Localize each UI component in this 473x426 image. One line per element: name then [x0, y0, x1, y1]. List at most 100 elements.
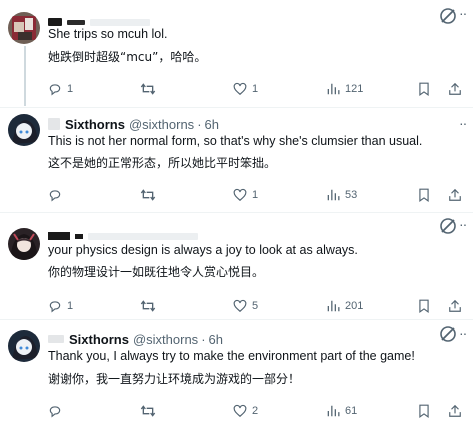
like-count: 1: [252, 83, 259, 95]
share-button[interactable]: [448, 82, 462, 96]
heart-icon: [233, 82, 247, 96]
tweet-text-zh: 这不是她的正常形态，所以她比平时笨拙。: [48, 156, 277, 170]
author-name[interactable]: Sixthorns: [69, 332, 129, 347]
share-icon: [449, 404, 461, 417]
retweet-button[interactable]: [140, 404, 161, 418]
reply-count: 1: [67, 83, 74, 95]
heart-icon: [233, 404, 247, 418]
redacted-badge: [48, 118, 60, 130]
avatar[interactable]: [8, 330, 40, 362]
action-bar: 1 1 121: [48, 80, 464, 98]
author-name[interactable]: Sixthorns: [65, 117, 125, 132]
tweet-header: Sixthorns @sixthorns · 6h: [48, 115, 219, 133]
reply-count: 1: [67, 300, 74, 312]
views-count: 53: [345, 189, 358, 201]
views-button[interactable]: 201: [326, 299, 363, 313]
bookmark-icon: [419, 404, 429, 418]
share-button[interactable]: [448, 404, 462, 418]
timestamp[interactable]: 6h: [209, 332, 223, 347]
tweet-text-en: She trips so mcuh lol.: [48, 27, 168, 41]
tweet-2[interactable]: Sixthorns @sixthorns · 6h This is not he…: [0, 108, 473, 212]
bookmark-button[interactable]: [418, 188, 430, 202]
bookmark-button[interactable]: [418, 404, 430, 418]
heart-icon: [233, 299, 247, 313]
action-bar: 2 61: [48, 402, 464, 420]
thread-connector: [24, 46, 26, 106]
avatar[interactable]: [8, 12, 40, 44]
tweet-3[interactable]: your physics design is always a joy to l…: [0, 213, 473, 319]
like-button[interactable]: 1: [233, 188, 258, 202]
more-icon[interactable]: ··: [459, 217, 469, 231]
tweet-text-en: This is not her normal form, so that's w…: [48, 134, 423, 148]
retweet-button[interactable]: [140, 299, 161, 313]
retweet-button[interactable]: [140, 82, 161, 96]
reply-icon: [49, 190, 61, 202]
like-count: 2: [252, 405, 259, 417]
redacted-handle: [67, 19, 85, 25]
retweet-button[interactable]: [140, 188, 161, 202]
like-button[interactable]: 2: [233, 404, 258, 418]
views-count: 61: [345, 405, 358, 417]
share-icon: [449, 188, 461, 201]
grok-icon[interactable]: [437, 5, 459, 27]
reply-button[interactable]: [48, 188, 67, 202]
views-icon: [327, 189, 340, 201]
like-count: 1: [252, 189, 259, 201]
retweet-icon: [140, 189, 156, 201]
redacted-meta: [88, 232, 198, 240]
share-button[interactable]: [448, 299, 462, 313]
author-handle[interactable]: @sixthorns: [133, 332, 198, 347]
timestamp[interactable]: 6h: [205, 117, 219, 132]
avatar[interactable]: [8, 114, 40, 146]
bookmark-icon: [419, 188, 429, 202]
like-count: 5: [252, 300, 259, 312]
tweet-text-zh: 谢谢你，我一直努力让环境成为游戏的一部分！: [48, 372, 301, 386]
grok-icon[interactable]: [437, 323, 459, 345]
author-handle[interactable]: @sixthorns: [129, 117, 194, 132]
reply-icon: [49, 301, 61, 313]
more-icon[interactable]: ··: [459, 326, 469, 340]
reply-button[interactable]: 1: [48, 82, 73, 96]
tweet-text-zh: 她跌倒时超级“mcu”，哈哈。: [48, 50, 207, 64]
redacted-name: [48, 232, 70, 240]
tweet-text-en: Thank you, I always try to make the envi…: [48, 349, 415, 363]
bookmark-icon: [419, 299, 429, 313]
bookmark-icon: [419, 82, 429, 96]
grok-icon[interactable]: [437, 215, 459, 237]
views-button[interactable]: 61: [326, 404, 357, 418]
heart-icon: [233, 188, 247, 202]
tweet-4[interactable]: Sixthorns @sixthorns · 6h Thank you, I a…: [0, 320, 473, 426]
views-count: 201: [345, 300, 364, 312]
like-button[interactable]: 1: [233, 82, 258, 96]
views-button[interactable]: 121: [326, 82, 363, 96]
retweet-icon: [140, 405, 156, 417]
action-bar: 1 53: [48, 186, 464, 204]
bookmark-button[interactable]: [418, 82, 430, 96]
tweet-text-zh: 你的物理设计一如既往地令人赏心悦目。: [48, 265, 265, 279]
reply-button[interactable]: 1: [48, 299, 73, 313]
bookmark-button[interactable]: [418, 299, 430, 313]
redacted-handle: [75, 233, 83, 239]
tweet-text-en: your physics design is always a joy to l…: [48, 243, 358, 257]
retweet-icon: [140, 300, 156, 312]
avatar[interactable]: [8, 228, 40, 260]
like-button[interactable]: 5: [233, 299, 258, 313]
share-icon: [449, 82, 461, 95]
separator-dot: ·: [201, 331, 206, 347]
more-icon[interactable]: ··: [459, 6, 469, 20]
share-icon: [449, 299, 461, 312]
action-bar: 1 5 201: [48, 297, 464, 315]
separator-dot: ·: [197, 116, 202, 132]
views-button[interactable]: 53: [326, 188, 357, 202]
more-icon[interactable]: ··: [459, 116, 469, 130]
views-icon: [327, 405, 340, 417]
redacted-badge: [48, 335, 64, 343]
views-icon: [327, 83, 340, 95]
views-count: 121: [345, 83, 364, 95]
tweet-header: Sixthorns @sixthorns · 6h: [48, 330, 223, 348]
reply-button[interactable]: [48, 404, 67, 418]
tweet-1[interactable]: She trips so mcuh lol. 她跌倒时超级“mcu”，哈哈。 ·…: [0, 0, 473, 107]
reply-icon: [49, 84, 61, 96]
retweet-icon: [140, 83, 156, 95]
share-button[interactable]: [448, 188, 462, 202]
